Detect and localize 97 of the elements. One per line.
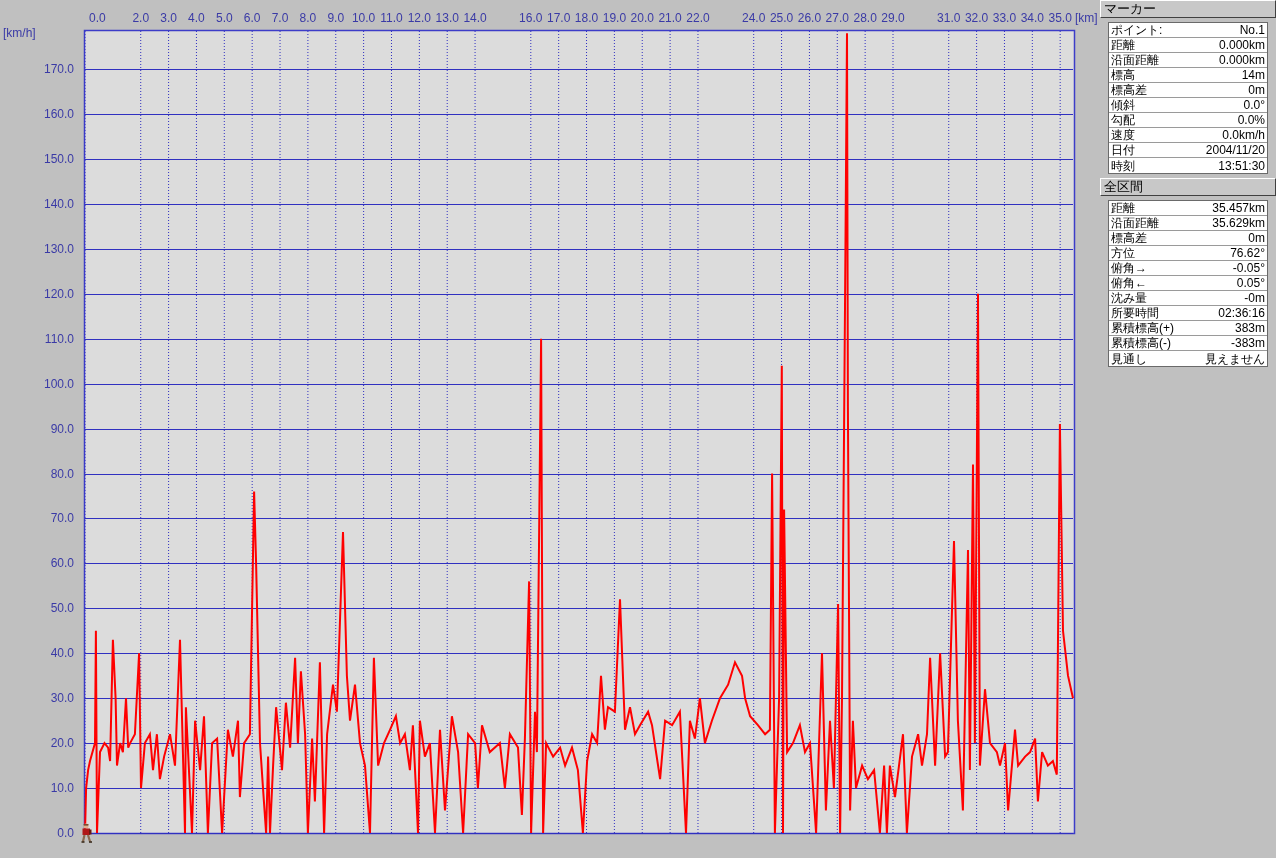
axis-tick-label: 9.0 bbox=[327, 11, 345, 25]
field-label: 速度 bbox=[1111, 128, 1135, 142]
axis-tick-label: 33.0 bbox=[992, 11, 1017, 25]
axis-tick-label: 40.0 bbox=[50, 646, 74, 661]
field-label: 標高差 bbox=[1111, 83, 1147, 97]
field-value: 35.457km bbox=[1212, 201, 1265, 215]
axis-tick-label: 100.0 bbox=[43, 376, 74, 391]
field-value: -383m bbox=[1231, 336, 1265, 350]
axis-tick-label: 8.0 bbox=[299, 11, 317, 25]
field-value: 02:36:16 bbox=[1218, 306, 1265, 320]
axis-tick-label: 170.0 bbox=[43, 62, 74, 77]
field-label: 沈み量 bbox=[1111, 291, 1147, 305]
field-label: 俯角→ bbox=[1111, 261, 1147, 275]
axis-tick-label: 140.0 bbox=[43, 197, 74, 211]
axis-tick-label: 2.0 bbox=[132, 11, 150, 25]
axis-tick-label: 35.0 bbox=[1048, 11, 1072, 25]
axis-tick-label: 18.0 bbox=[574, 11, 599, 25]
axis-tick-label: 20.0 bbox=[630, 11, 654, 25]
field-label: 勾配 bbox=[1111, 113, 1135, 127]
axis-tick-label: 32.0 bbox=[964, 11, 989, 25]
axis-tick-label: 17.0 bbox=[547, 11, 571, 25]
axis-tick-label: 80.0 bbox=[50, 466, 74, 481]
field-value: 0.05° bbox=[1236, 276, 1265, 290]
field-label: 距離 bbox=[1111, 201, 1135, 215]
field-value: 見えません bbox=[1205, 351, 1265, 366]
field-label: 日付 bbox=[1111, 143, 1135, 157]
field-label: 沿面距離 bbox=[1111, 53, 1159, 67]
field-value: 76.62° bbox=[1230, 246, 1265, 260]
field-value: -0.05° bbox=[1232, 261, 1265, 275]
field-value: 383m bbox=[1234, 321, 1265, 335]
field-label: 標高差 bbox=[1111, 231, 1147, 245]
axis-tick-label: 26.0 bbox=[797, 11, 822, 25]
axis-tick-label: 90.0 bbox=[50, 421, 74, 436]
person-icon[interactable] bbox=[80, 823, 93, 843]
axis-tick-label: 19.0 bbox=[602, 11, 627, 25]
axis-tick-label: 30.0 bbox=[50, 691, 74, 706]
field-label: 累積標高(+) bbox=[1111, 321, 1174, 335]
axis-tick-label: 150.0 bbox=[43, 152, 74, 167]
axis-unit-label: [km] bbox=[1075, 11, 1098, 25]
axis-tick-label: 5.0 bbox=[215, 11, 233, 25]
axis-tick-label: 120.0 bbox=[43, 286, 74, 301]
axis-tick-label: 22.0 bbox=[686, 11, 710, 25]
axis-tick-label: 13.0 bbox=[435, 11, 459, 25]
axis-tick-label: 4.0 bbox=[188, 11, 205, 25]
axis-tick-label: 10.0 bbox=[351, 11, 376, 25]
field-value: 0.000km bbox=[1218, 53, 1265, 67]
axis-tick-label: 10.0 bbox=[50, 781, 74, 796]
field-value: 14m bbox=[1241, 68, 1265, 82]
axis-tick-label: 27.0 bbox=[825, 11, 849, 25]
field-label: 標高 bbox=[1111, 68, 1135, 82]
axis-tick-label: 70.0 bbox=[50, 511, 74, 526]
field-label: ポイント: bbox=[1111, 23, 1163, 37]
field-label: 累積標高(-) bbox=[1111, 336, 1171, 350]
axis-tick-label: 21.0 bbox=[658, 11, 682, 25]
axis-tick-label: 6.0 bbox=[243, 11, 261, 25]
field-value: 13:51:30 bbox=[1218, 158, 1265, 173]
field-label: 沿面距離 bbox=[1111, 216, 1159, 230]
axis-tick-label: 0.0 bbox=[89, 11, 106, 25]
axis-tick-label: 12.0 bbox=[407, 11, 432, 25]
axis-tick-label: 14.0 bbox=[463, 11, 487, 25]
field-value: 0.000km bbox=[1218, 38, 1265, 52]
field-label: 見通し bbox=[1111, 351, 1147, 366]
field-value: 35.629km bbox=[1212, 216, 1265, 230]
axis-tick-label: 31.0 bbox=[937, 11, 961, 25]
axis-tick-label: 16.0 bbox=[519, 11, 543, 25]
axis-tick-label: 130.0 bbox=[43, 241, 74, 256]
axis-tick-label: 3.0 bbox=[160, 11, 177, 25]
field-value: 0m bbox=[1248, 231, 1265, 245]
axis-tick-label: 25.0 bbox=[769, 11, 794, 25]
field-value: No.1 bbox=[1239, 23, 1265, 37]
field-label: 方位 bbox=[1111, 246, 1135, 260]
axis-tick-label: 0.0 bbox=[57, 826, 74, 840]
field-label: 時刻 bbox=[1111, 158, 1135, 173]
field-value: 0.0% bbox=[1237, 113, 1265, 127]
field-label: 所要時間 bbox=[1111, 306, 1159, 320]
field-value: 0.0km/h bbox=[1222, 128, 1265, 142]
field-label: 距離 bbox=[1111, 38, 1135, 52]
axis-tick-label: 20.0 bbox=[50, 736, 74, 751]
field-value: 0m bbox=[1248, 83, 1265, 97]
section-header: 全区間 bbox=[1100, 178, 1276, 196]
axis-tick-label: 34.0 bbox=[1020, 11, 1044, 25]
axis-tick-label: 110.0 bbox=[44, 331, 74, 346]
axis-tick-label: 160.0 bbox=[43, 107, 74, 122]
axis-tick-label: 7.0 bbox=[271, 11, 289, 25]
field-label: 俯角← bbox=[1111, 276, 1147, 290]
axis-tick-label: 11.0 bbox=[380, 11, 403, 25]
field-value: 0.0° bbox=[1243, 98, 1265, 112]
field-label: 傾斜 bbox=[1111, 98, 1135, 112]
axis-tick-label: 24.0 bbox=[742, 11, 766, 25]
field-value: 2004/11/20 bbox=[1205, 143, 1265, 157]
axis-unit-label: [km/h] bbox=[3, 26, 36, 40]
axis-tick-label: 50.0 bbox=[50, 601, 74, 616]
axis-tick-label: 28.0 bbox=[853, 11, 877, 25]
axis-tick-label: 29.0 bbox=[881, 11, 905, 25]
field-value: -0m bbox=[1244, 291, 1265, 305]
axis-tick-label: 60.0 bbox=[50, 556, 74, 571]
section-header: マーカー bbox=[1100, 0, 1276, 18]
